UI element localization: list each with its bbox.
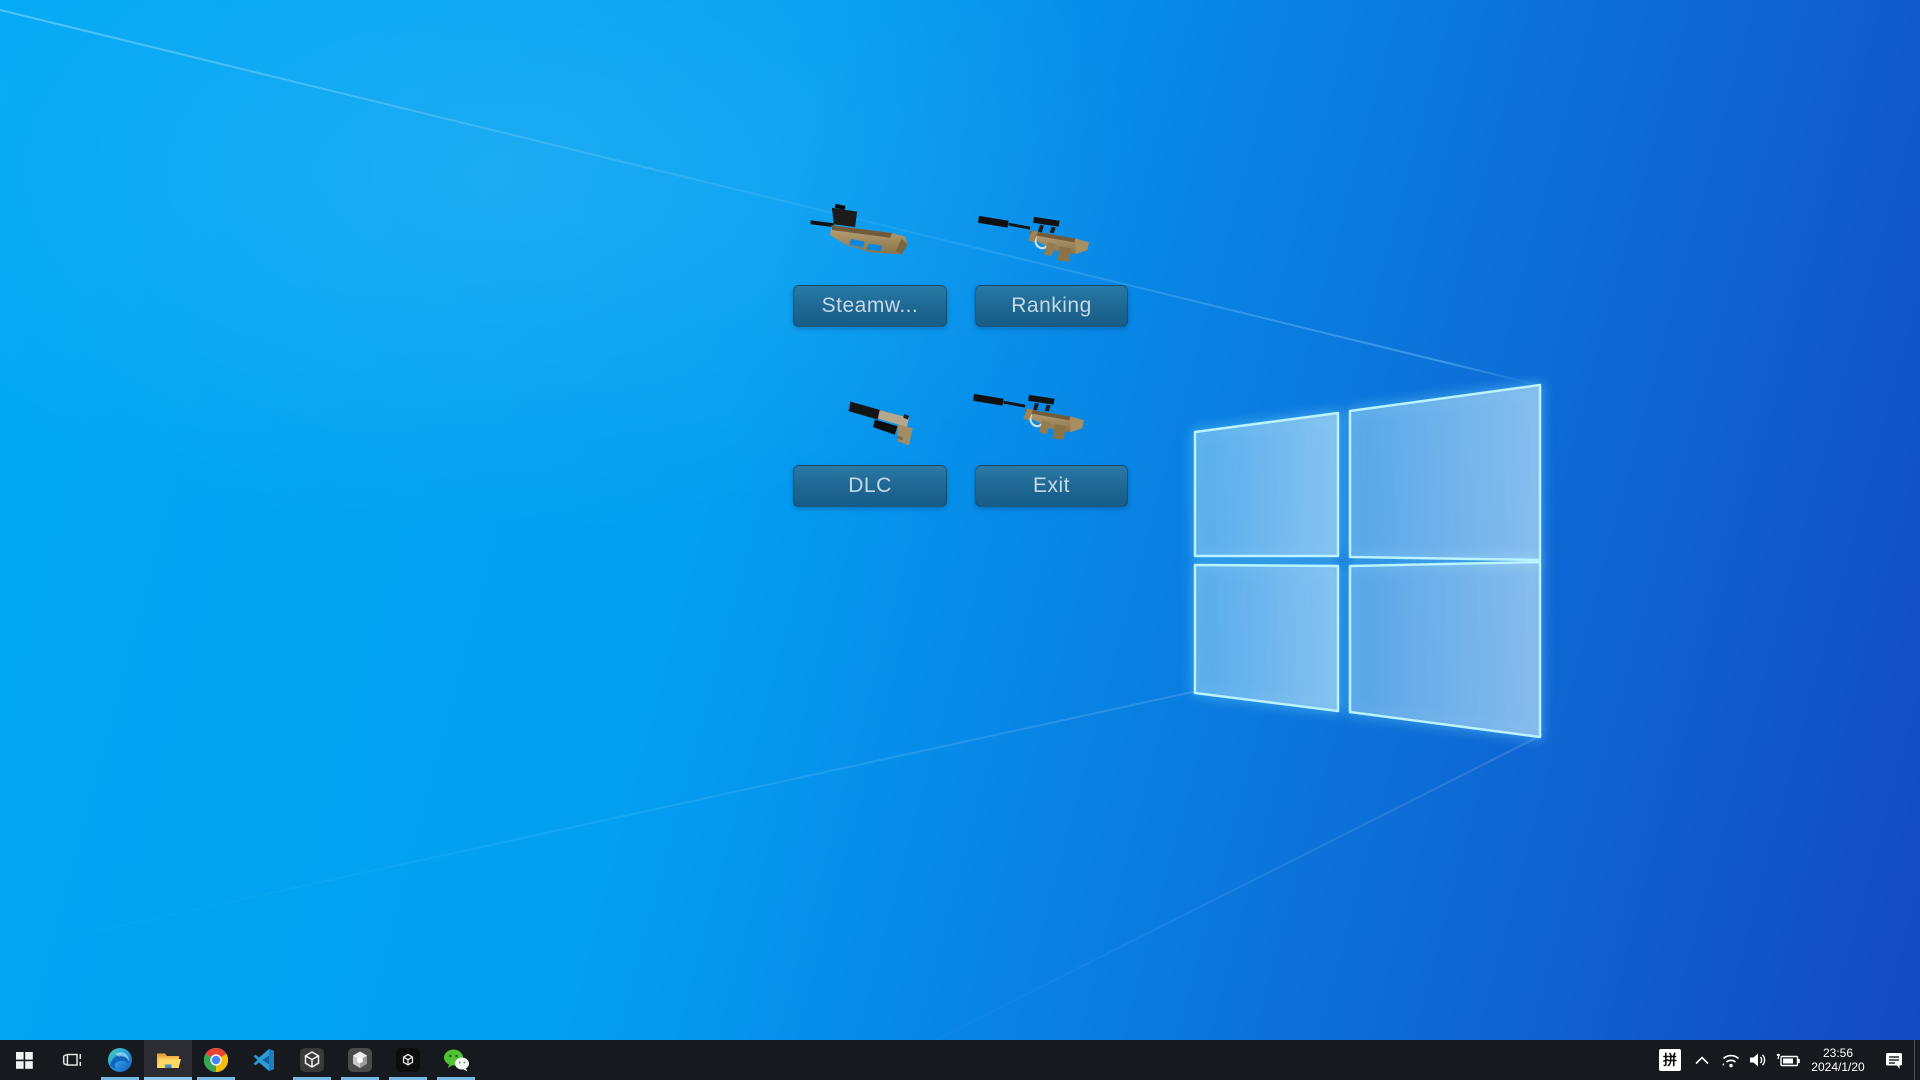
system-tray: 拼 * <box>1653 1040 1920 1080</box>
start-button[interactable] <box>0 1040 48 1080</box>
steamworks-button[interactable]: Steamw... <box>793 285 947 327</box>
taskbar-app-wechat[interactable] <box>432 1040 480 1080</box>
taskbar-app-unity[interactable] <box>384 1040 432 1080</box>
action-center-button[interactable] <box>1874 1040 1914 1080</box>
dlc-button[interactable]: DLC <box>793 465 947 507</box>
clock-date: 2024/1/20 <box>1804 1060 1872 1074</box>
action-center-icon <box>1884 1051 1904 1070</box>
aug-scoped-rifle-icon <box>972 385 1090 442</box>
taskbar-app-vscode[interactable] <box>240 1040 288 1080</box>
taskbar: 拼 * <box>0 1040 1920 1080</box>
svg-text:*: * <box>1722 1063 1725 1069</box>
ranking-button-label: Ranking <box>1011 294 1092 318</box>
unity-cube-icon <box>347 1047 373 1073</box>
light-glow <box>0 0 1920 1080</box>
tray-overflow-button[interactable] <box>1687 1040 1717 1080</box>
aug-scoped-rifle-icon <box>977 207 1095 264</box>
task-view-button[interactable] <box>48 1040 96 1080</box>
chevron-up-icon <box>1695 1056 1709 1065</box>
file-explorer-icon <box>155 1047 181 1073</box>
taskbar-app-chrome[interactable] <box>192 1040 240 1080</box>
wifi-icon: * <box>1721 1052 1741 1069</box>
volume-icon <box>1749 1052 1768 1068</box>
clock-tray-button[interactable]: 23:56 2024/1/20 <box>1804 1040 1874 1080</box>
wechat-icon <box>443 1048 470 1073</box>
battery-charging-icon <box>1776 1053 1800 1068</box>
silenced-pistol-icon <box>848 396 934 447</box>
show-desktop-button[interactable] <box>1914 1040 1920 1080</box>
taskbar-app-unity-hub[interactable] <box>288 1040 336 1080</box>
volume-tray-button[interactable] <box>1744 1040 1772 1080</box>
desktop: Steamw... Ranking DLC Exit <box>0 0 1920 1080</box>
unity-hub-icon <box>299 1047 325 1073</box>
ime-indicator[interactable]: 拼 <box>1653 1040 1687 1080</box>
clock-time: 23:56 <box>1804 1046 1872 1060</box>
taskbar-app-file-explorer[interactable] <box>144 1040 192 1080</box>
taskbar-app-edge[interactable] <box>96 1040 144 1080</box>
ranking-button[interactable]: Ranking <box>975 285 1128 327</box>
desktop-wallpaper <box>0 0 1920 1080</box>
task-view-icon <box>61 1049 83 1071</box>
taskbar-app-unity-editor[interactable] <box>336 1040 384 1080</box>
ime-language-badge: 拼 <box>1659 1049 1681 1071</box>
network-tray-button[interactable]: * <box>1717 1040 1744 1080</box>
vscode-icon <box>252 1048 276 1072</box>
exit-button-label: Exit <box>1033 474 1070 498</box>
windows-logo-icon <box>16 1052 33 1069</box>
exit-button[interactable]: Exit <box>975 465 1128 507</box>
chrome-icon <box>203 1047 229 1073</box>
p90-smg-icon <box>806 200 914 264</box>
steamworks-button-label: Steamw... <box>822 294 919 318</box>
unity-dark-icon <box>395 1047 421 1073</box>
windows-wallpaper-logo <box>1185 375 1550 747</box>
dlc-button-label: DLC <box>848 474 892 498</box>
edge-icon <box>107 1047 133 1073</box>
battery-tray-button[interactable] <box>1772 1040 1804 1080</box>
